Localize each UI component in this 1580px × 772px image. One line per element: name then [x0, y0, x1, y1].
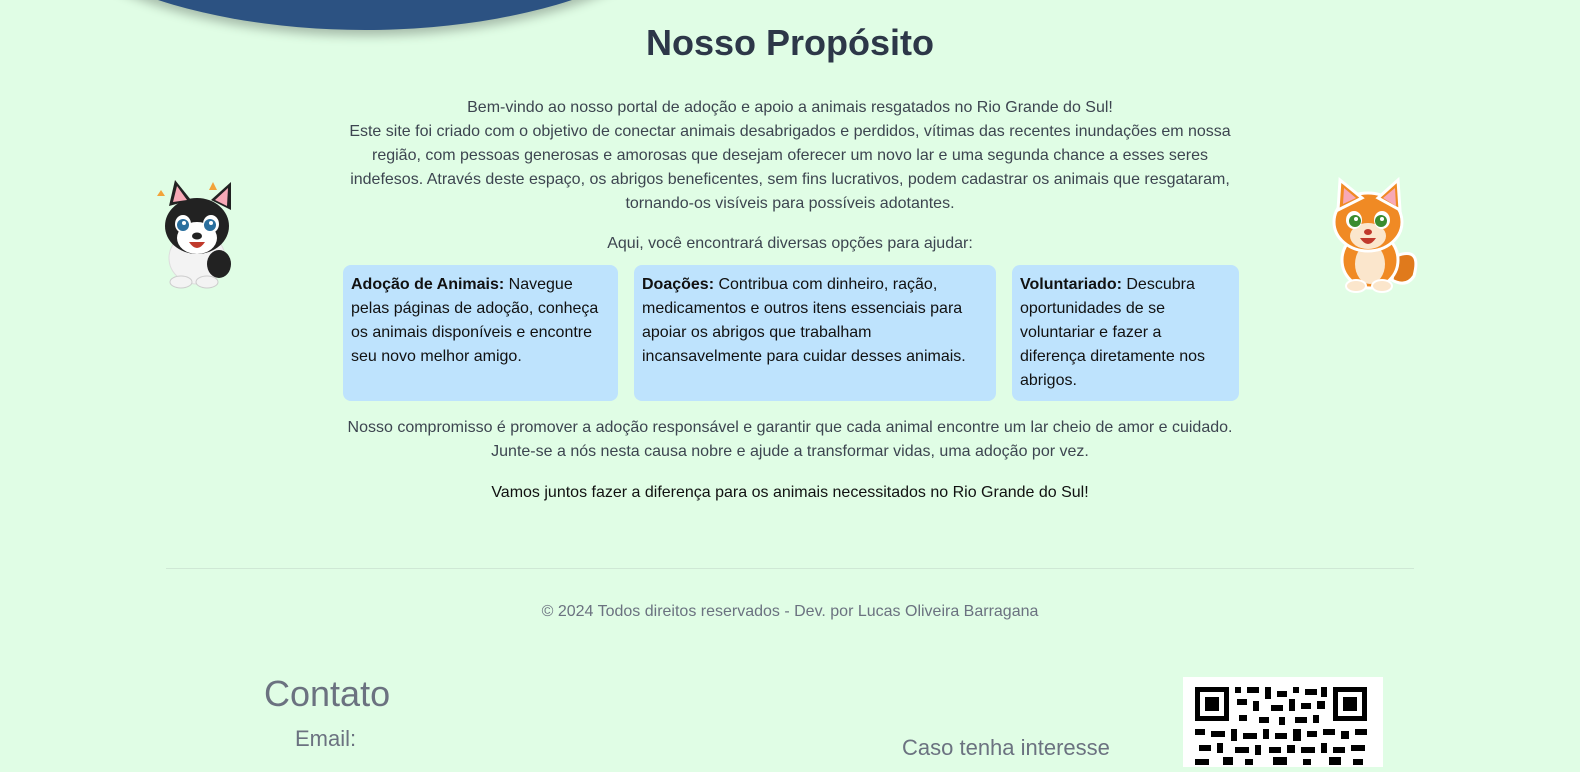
card-heading: Adoção de Animais: [351, 276, 505, 293]
join-text: Junte-se a nós nesta causa nobre e ajude… [491, 443, 1089, 460]
copyright-text: © 2024 Todos direitos reservados - Dev. … [541, 603, 1039, 620]
card-heading: Doações: [642, 276, 715, 293]
page-title: Nosso Propósito [645, 22, 935, 63]
email-label: Email: [295, 726, 357, 751]
footer-divider [166, 568, 1414, 569]
card-heading: Voluntariado: [1020, 276, 1122, 293]
kitten-illustration-icon [1326, 176, 1424, 294]
description-text: Este site foi criado com o objetivo de c… [349, 123, 1231, 212]
puppy-illustration-icon [155, 176, 245, 292]
commitment-section: Nosso compromisso é promover a adoção re… [340, 416, 1240, 464]
closing-text: Vamos juntos fazer a diferença para os a… [491, 484, 1089, 501]
card-volunteering: Voluntariado: Descubra oportunidades de … [1012, 265, 1239, 401]
commitment-text: Nosso compromisso é promover a adoção re… [347, 419, 1233, 436]
intro-section: Bem-vindo ao nosso portal de adoção e ap… [340, 96, 1240, 216]
welcome-text: Bem-vindo ao nosso portal de adoção e ap… [467, 99, 1113, 116]
interest-text: Caso tenha interesse [902, 735, 1110, 760]
card-donations: Doações: Contribua com dinheiro, ração, … [634, 265, 996, 401]
help-intro: Aqui, você encontrará diversas opções pa… [607, 235, 973, 252]
qr-code-icon [1183, 677, 1383, 767]
card-adoption: Adoção de Animais: Navegue pelas páginas… [343, 265, 618, 401]
contact-title: Contato [264, 673, 391, 714]
